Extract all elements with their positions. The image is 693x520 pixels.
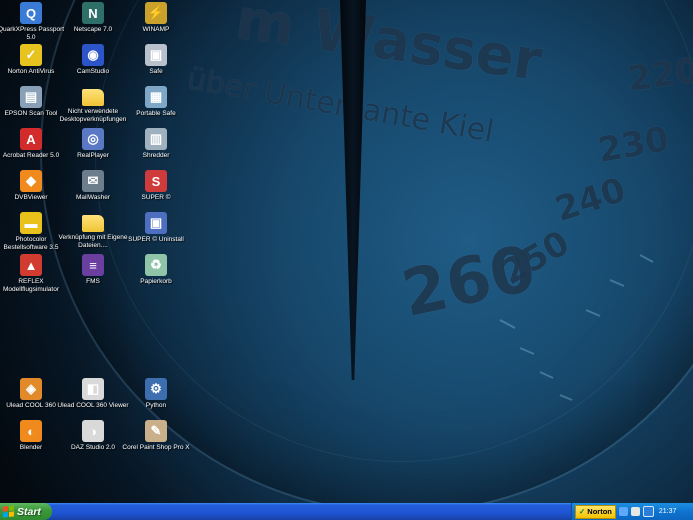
desktop-icon-label: Python: [145, 402, 167, 409]
system-tray: ✓ Norton 21:37: [571, 503, 693, 520]
desktop-icon[interactable]: N Netscape 7.0: [57, 2, 129, 34]
recycle-bin-icon: ♻: [145, 254, 167, 276]
uninstall-icon: ▣: [145, 212, 167, 234]
camstudio-icon: ◉: [82, 44, 104, 66]
desktop-icon-label: MailWasher: [75, 194, 111, 201]
desktop-icon[interactable]: ≡ FMS: [57, 254, 129, 286]
realplayer-icon: ◎: [82, 128, 104, 150]
desktop-icon-label: Ulead COOL 360 Viewer: [57, 402, 129, 409]
desktop: m Wasser über Unterkante Kiel 220 230 24…: [0, 0, 693, 503]
daz-studio-icon: ◑: [82, 420, 104, 442]
desktop-icon-label: RealPlayer: [77, 152, 109, 159]
desktop-icon[interactable]: S SUPER ©: [120, 170, 192, 202]
netscape-icon: N: [82, 2, 104, 24]
desktop-icon-label: Shredder: [142, 152, 170, 159]
norton-antivirus-icon: ✓: [20, 44, 42, 66]
mailwasher-icon: ✉: [82, 170, 104, 192]
desktop-icon-label: SUPER © Uninstall: [128, 236, 184, 243]
fms-icon: ≡: [82, 254, 104, 276]
desktop-icon[interactable]: ✉ MailWasher: [57, 170, 129, 202]
photocolor-icon: ▬: [20, 212, 42, 234]
dvbviewer-icon: ◆: [20, 170, 42, 192]
desktop-icon[interactable]: ◎ RealPlayer: [57, 128, 129, 160]
desktop-icon-label: Corel Paint Shop Pro X: [122, 444, 190, 451]
desktop-icon-label: Netscape 7.0: [73, 26, 113, 33]
safe-icon: ▣: [145, 44, 167, 66]
desktop-icon[interactable]: ◧ Ulead COOL 360 Viewer: [57, 378, 129, 410]
desktop-icon[interactable]: ▣ Safe: [120, 44, 192, 76]
volume-tray-icon[interactable]: [630, 507, 640, 516]
ulead-cool-360-icon: ◈: [20, 378, 42, 400]
folder-icon: [82, 89, 104, 106]
desktop-icon[interactable]: ♻ Papierkorb: [120, 254, 192, 286]
desktop-icon-label: Safe: [149, 68, 163, 75]
desktop-icon-label: FMS: [86, 278, 100, 285]
security-tray-icon[interactable]: [642, 506, 654, 517]
acrobat-reader-icon: A: [20, 128, 42, 150]
wallpaper-scale-220: 220: [625, 50, 693, 100]
desktop-icon[interactable]: Verknüpfung mit Eigene Dateien....: [57, 212, 129, 249]
desktop-icon-label: Nicht verwendete Desktopverknüpfungen: [59, 108, 127, 123]
taskbar: Start DE ✓ Norton 21:37: [0, 503, 693, 520]
ulead-viewer-icon: ◧: [82, 378, 104, 400]
desktop-icon-label: CamStudio: [76, 68, 110, 75]
reflex-icon: ▲: [20, 254, 42, 276]
python-icon: ⚙: [145, 378, 167, 400]
norton-tray-button[interactable]: ✓ Norton: [575, 504, 616, 519]
windows-logo-icon: [3, 505, 14, 518]
desktop-icon[interactable]: ▣ SUPER © Uninstall: [120, 212, 192, 244]
desktop-icon[interactable]: ⚡ WINAMP: [120, 2, 192, 34]
desktop-icon-label: SUPER ©: [141, 194, 171, 201]
desktop-icon-label: DAZ Studio 2.0: [70, 444, 116, 451]
start-button[interactable]: Start: [0, 503, 52, 520]
desktop-icon-label: WINAMP: [142, 26, 170, 33]
quarkxpress-icon: Q: [20, 2, 42, 24]
folder-shortcut-icon: [82, 215, 104, 232]
desktop-icon[interactable]: ◉ CamStudio: [57, 44, 129, 76]
desktop-icon[interactable]: ▥ Shredder: [120, 128, 192, 160]
desktop-icon[interactable]: ⚙ Python: [120, 378, 192, 410]
network-tray-icon[interactable]: [618, 507, 628, 516]
norton-label: Norton: [587, 507, 612, 516]
norton-check-icon: ✓: [579, 507, 586, 516]
super-icon: S: [145, 170, 167, 192]
desktop-icon-label: Verknüpfung mit Eigene Dateien....: [58, 234, 128, 249]
desktop-icon[interactable]: ▦ Portable Safe: [120, 86, 192, 118]
desktop-icon-label: Portable Safe: [136, 110, 176, 117]
desktop-icon[interactable]: Nicht verwendete Desktopverknüpfungen: [57, 86, 129, 123]
desktop-icon-label: Papierkorb: [140, 278, 172, 285]
scanner-icon: ▤: [20, 86, 42, 108]
wallpaper-dial-ticks: [499, 254, 654, 401]
desktop-icon[interactable]: ✎ Corel Paint Shop Pro X: [120, 420, 192, 452]
winamp-icon: ⚡: [145, 2, 167, 24]
start-label: Start: [17, 505, 41, 518]
blender-icon: ◐: [20, 420, 42, 442]
paint-shop-pro-icon: ✎: [145, 420, 167, 442]
portable-safe-icon: ▦: [145, 86, 167, 108]
desktop-icon[interactable]: ◑ DAZ Studio 2.0: [57, 420, 129, 452]
clock[interactable]: 21:37: [659, 508, 677, 515]
shredder-icon: ▥: [145, 128, 167, 150]
